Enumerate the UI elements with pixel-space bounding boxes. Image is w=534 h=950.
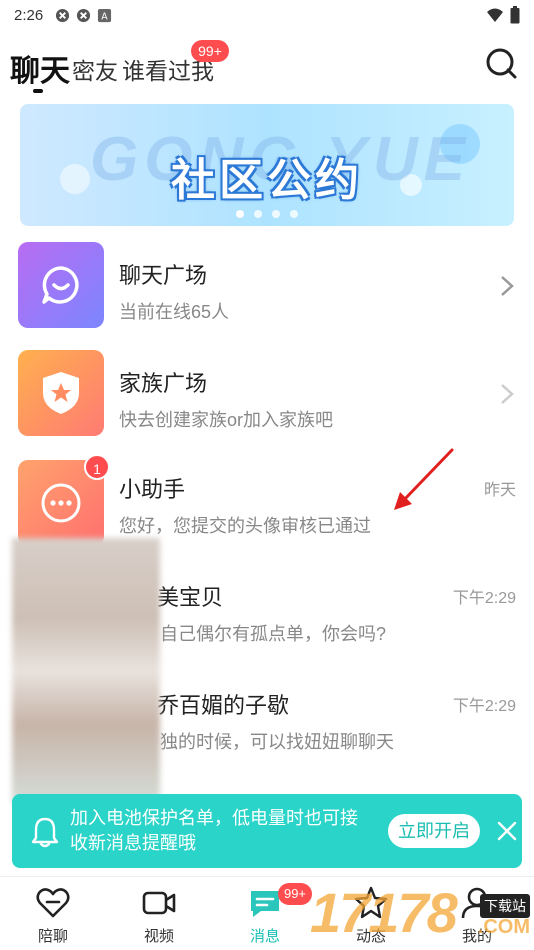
annotation-arrow [394,448,454,510]
status-bar: 2:26 A [0,0,534,30]
notice-text: 加入电池保护名单，低电量时也可接收新消息提醒哦 [70,808,358,853]
more-bubble-icon [41,483,81,523]
close-icon[interactable] [496,820,518,842]
pagination-dot[interactable] [254,210,262,218]
item-subtitle: 独的时候，可以找妞妞聊聊天 [160,732,394,752]
family-plaza-avatar [18,350,104,436]
item-title: 家族广场 [119,371,208,396]
search-icon[interactable] [484,46,518,80]
visitors-badge: 99+ [191,40,229,62]
item-time: 昨天 [483,482,516,499]
pagination-dot[interactable] [236,210,244,218]
chevron-right-icon [501,276,514,296]
heart-icon [36,888,70,918]
shield-star-icon [43,372,79,414]
community-rules-banner[interactable]: GONG YUE 社区公约 [20,104,514,226]
site-watermark: 17178 下载站 .COM [310,880,534,950]
item-title: 小助手 [119,477,186,502]
unread-badge: 1 [84,454,110,480]
messages-badge: 99+ [278,883,312,905]
pagination-dot[interactable] [290,210,298,218]
watermark-tag: 下载站 [480,894,530,918]
nav-item-companion[interactable]: 陪聊 [0,877,106,950]
item-subtitle: 当前在线65人 [119,302,230,322]
banner-title: 社区公约 [171,156,363,205]
a-icon: A [98,8,112,22]
item-time: 下午2:29 [452,698,516,715]
chevron-right-icon [501,384,514,404]
item-subtitle: 自己偶尔有孤点单，你会吗? [160,624,387,644]
battery-notice-banner: 加入电池保护名单，低电量时也可接收新消息提醒哦 立即开启 [12,794,522,868]
enable-now-button[interactable]: 立即开启 [388,814,480,848]
watermark-com: .COM [477,916,530,938]
bell-icon [31,817,59,848]
notification-icon [56,8,70,22]
blurred-avatar [12,538,160,804]
active-tab-indicator [33,89,43,93]
nav-label: 陪聊 [37,928,68,945]
smile-bubble-icon [42,266,79,304]
item-title: 美宝贝 [157,585,224,610]
list-item-family-plaza[interactable]: 家族广场 快去创建家族or加入家族吧 [0,350,534,450]
status-time: 2:26 [14,6,44,24]
pagination-dot[interactable] [272,210,280,218]
item-title: 聊天广场 [119,263,208,288]
svg-text:A: A [102,11,109,22]
wifi-icon [487,8,503,22]
nav-item-video[interactable]: 视频 [106,877,212,950]
video-camera-icon [142,891,176,915]
nav-label: 视频 [143,928,174,945]
chat-plaza-avatar [18,242,104,328]
item-subtitle: 您好，您提交的头像审核已通过 [119,516,371,536]
item-subtitle: 快去创建家族or加入家族吧 [119,410,334,430]
tab-friends[interactable]: 密友 [72,52,118,86]
nav-label: 消息 [249,928,280,945]
item-time: 下午2:29 [452,590,516,607]
status-right [486,6,520,24]
item-title: 乔百媚的子歇 [157,693,290,718]
battery-icon [510,6,520,24]
list-item-chat-plaza[interactable]: 聊天广场 当前在线65人 [0,242,534,342]
watermark-digits: 17178 [310,881,458,944]
tab-chat[interactable]: 聊天 [10,46,70,90]
notification-icon-2 [77,8,91,22]
app-screen: 2:26 A 聊天 密友 谁看过我 99+ GONG YUE 社区公约 聊天广场… [0,0,534,950]
banner-pagination [20,210,514,218]
header: 聊天 密友 谁看过我 99+ [0,36,534,96]
